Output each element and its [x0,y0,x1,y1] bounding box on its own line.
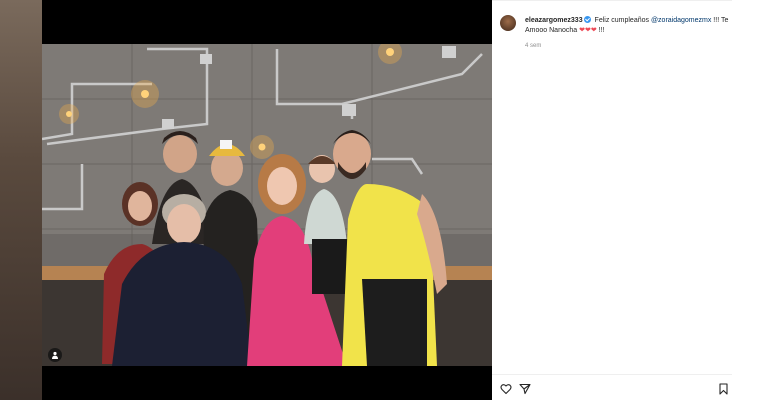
person-icon [52,351,58,359]
comment-body-1: Feliz cumpleaños [592,17,651,24]
comment-timestamp[interactable]: 4 sem [525,43,541,49]
post-media [42,0,492,400]
dimmed-backdrop[interactable] [0,0,42,400]
avatar[interactable] [500,15,516,31]
verified-badge-icon [583,16,591,23]
bookmark-icon [719,383,728,395]
mention-link[interactable]: @zoraidagomezmx [651,17,711,24]
post-photo[interactable] [42,44,492,366]
send-icon [519,383,531,395]
divider [492,374,732,375]
tagged-people-button[interactable] [48,348,62,362]
post-side-panel: eleazargomez333 Feliz cumpleaños @zoraid… [492,0,768,400]
like-button[interactable] [500,382,512,400]
comment-body-3: !!! [596,27,605,34]
divider [492,0,732,1]
share-button[interactable] [519,382,531,400]
instagram-post-view: eleazargomez333 Feliz cumpleaños @zoraid… [0,0,768,400]
comment-text: eleazargomez333 Feliz cumpleaños @zoraid… [525,16,730,36]
username-link[interactable]: eleazargomez333 [525,17,583,24]
heart-icon [500,384,512,395]
save-button[interactable] [718,382,729,400]
